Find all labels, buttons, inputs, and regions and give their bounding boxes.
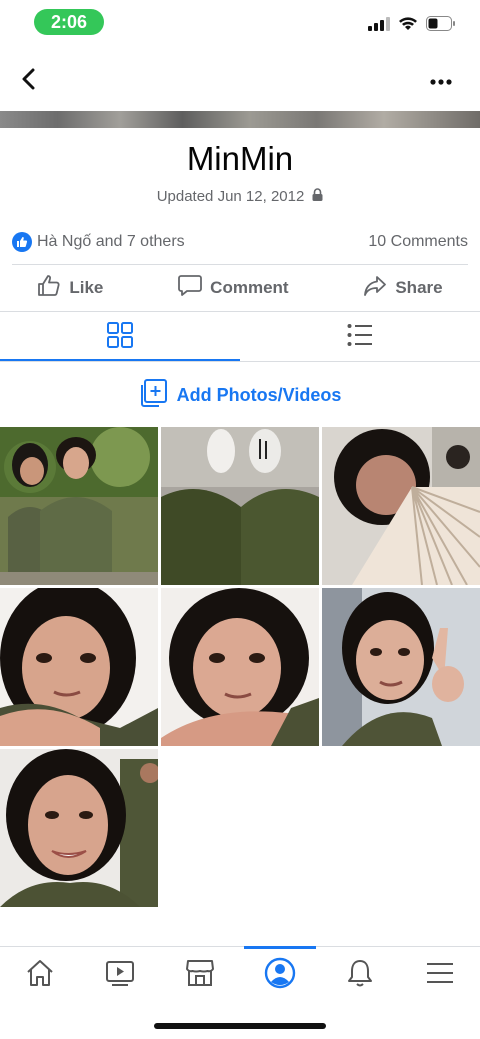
battery-icon: [426, 16, 456, 36]
photo-thumbnail[interactable]: [322, 588, 480, 746]
home-indicator[interactable]: [154, 1023, 326, 1029]
thumbs-up-icon: [37, 274, 61, 302]
like-label: Like: [69, 278, 104, 297]
photo-thumbnail[interactable]: [0, 427, 158, 585]
add-photo-icon: [139, 379, 167, 412]
view-tabs: [0, 312, 480, 362]
chevron-left-icon: [21, 68, 37, 95]
status-bar: 2:06: [0, 0, 480, 48]
like-button[interactable]: Like: [37, 274, 103, 302]
comment-label: Comment: [210, 278, 289, 297]
photo-grid: [0, 427, 480, 907]
photo-thumbnail[interactable]: [0, 588, 158, 746]
more-icon: [430, 72, 452, 90]
status-time[interactable]: 2:06: [34, 9, 104, 35]
back-button[interactable]: [14, 66, 44, 96]
signal-icon: [368, 16, 390, 36]
photo-thumbnail[interactable]: [0, 749, 158, 907]
share-button[interactable]: Share: [363, 275, 443, 302]
lock-icon: [312, 188, 323, 205]
list-view-icon: [347, 323, 373, 352]
like-reaction-icon: [12, 232, 32, 252]
profile-icon: [264, 957, 296, 994]
nav-home[interactable]: [0, 948, 80, 1002]
divider: [12, 264, 468, 265]
menu-icon: [426, 961, 454, 990]
album-title: MinMin: [186, 140, 294, 177]
photo-thumbnail[interactable]: [322, 427, 480, 585]
comment-button[interactable]: Comment: [178, 274, 289, 302]
add-photos-label: Add Photos/Videos: [176, 385, 342, 405]
tab-grid-view[interactable]: [0, 312, 240, 362]
bottom-nav: [0, 946, 480, 1002]
nav-notifications[interactable]: [320, 948, 400, 1002]
photo-thumbnail[interactable]: [161, 588, 319, 746]
share-icon: [363, 275, 387, 302]
top-nav: [0, 56, 480, 106]
more-button[interactable]: [426, 66, 456, 96]
grid-view-icon: [107, 321, 133, 353]
comments-count[interactable]: 10 Comments: [368, 233, 468, 251]
divider: [0, 361, 480, 362]
nav-profile[interactable]: [240, 946, 320, 1002]
reaction-text: Hà Ngố and 7 others: [37, 233, 185, 250]
action-bar: Like Comment Share: [0, 266, 480, 310]
watch-icon: [105, 960, 135, 991]
notifications-icon: [346, 958, 374, 993]
marketplace-icon: [185, 959, 215, 992]
nav-watch[interactable]: [80, 948, 160, 1002]
wifi-icon: [398, 16, 418, 36]
album-cover[interactable]: [0, 111, 480, 128]
reaction-summary[interactable]: Hà Ngố and 7 others: [12, 232, 185, 252]
share-label: Share: [395, 278, 443, 297]
album-updated-row: Updated Jun 12, 2012: [0, 188, 480, 205]
photo-thumbnail[interactable]: [161, 427, 319, 585]
comment-icon: [178, 274, 203, 302]
home-icon: [25, 959, 55, 992]
reactions-row: Hà Ngố and 7 others 10 Comments: [12, 229, 468, 255]
album-updated: Updated Jun 12, 2012: [156, 188, 305, 205]
nav-menu[interactable]: [400, 948, 480, 1002]
divider: [0, 946, 480, 947]
tab-list-view[interactable]: [240, 312, 480, 362]
add-photos-button[interactable]: Add Photos/Videos: [0, 379, 480, 412]
status-icons: [368, 16, 456, 36]
nav-marketplace[interactable]: [160, 948, 240, 1002]
